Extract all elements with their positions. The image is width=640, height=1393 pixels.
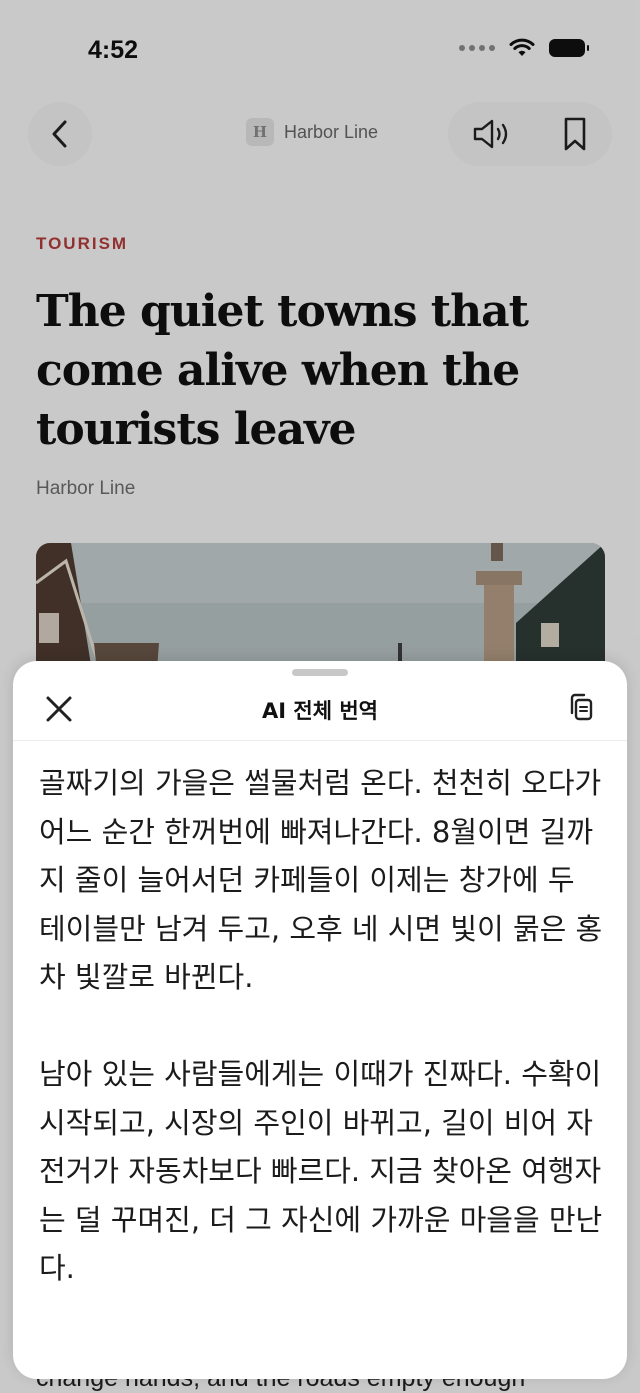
translation-paragraph: 남아 있는 사람들에게는 이때가 진짜다. 수확이 시작되고, 시장의 주인이 … bbox=[39, 1056, 603, 1286]
translation-paragraph: 골짜기의 가을은 썰물처럼 온다. 천천히 오다가 어느 순간 한꺼번에 빠져나… bbox=[39, 766, 603, 995]
translation-sheet: AI 전체 번역 골짜기의 가을은 썰물처럼 온다. 천천히 오다가 어느 순간… bbox=[13, 661, 627, 1379]
copy-button[interactable] bbox=[563, 689, 599, 725]
sheet-header: AI 전체 번역 bbox=[13, 661, 627, 741]
translation-body: 골짜기의 가을은 썰물처럼 온다. 천천히 오다가 어느 순간 한꺼번에 빠져나… bbox=[39, 759, 609, 1341]
copy-icon bbox=[570, 693, 593, 721]
sheet-title: AI 전체 번역 bbox=[262, 699, 378, 723]
